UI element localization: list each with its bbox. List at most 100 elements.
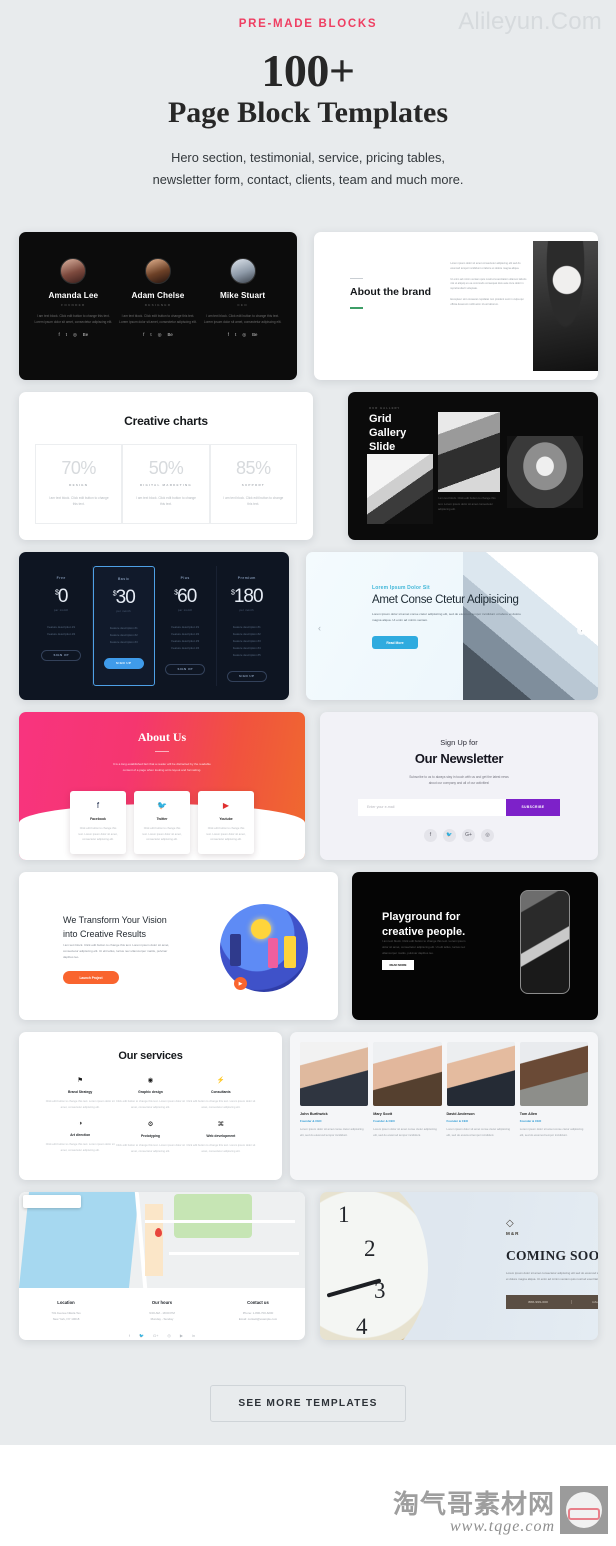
launch-project-button[interactable]: Launch Project — [63, 971, 119, 984]
map-park — [174, 1194, 252, 1238]
template-card-team-dark[interactable]: Amanda Lee FOUNDER I am text block. Clic… — [19, 232, 297, 380]
google-plus-icon[interactable]: G+ — [462, 828, 475, 842]
phone-value[interactable]: 888-999-000 — [506, 1300, 571, 1304]
youtube-icon[interactable]: ▶ — [180, 1333, 183, 1338]
pricing-plan[interactable]: Premium $180 per month Feature descripti… — [217, 566, 278, 686]
instagram-icon[interactable]: ◎ — [73, 332, 77, 338]
plan-feature: Feature description #3 — [232, 638, 261, 643]
pricing-plan-highlighted[interactable]: Basic $30 per month Feature description … — [92, 566, 155, 686]
plan-feature: Feature description #4 — [171, 645, 200, 650]
service-item[interactable]: ◑ Art direction Click edit button to chang… — [45, 1120, 115, 1154]
template-card-about-us[interactable]: About Us It is a long established fact t… — [19, 712, 305, 860]
service-item[interactable]: ◉ Graphic design Click edit button to chan… — [115, 1076, 185, 1110]
email-value[interactable]: info@mail.com — [570, 1299, 598, 1304]
member-role: Founder & CEO — [519, 1119, 542, 1123]
subscribe-button[interactable]: SUBSCRIBE — [506, 798, 560, 816]
channel-card[interactable]: f Facebook Click edit button to change t… — [70, 791, 126, 854]
twitter-icon[interactable]: t — [235, 332, 236, 338]
template-card-team-grid[interactable]: John Burthwick Founder & CEO Lorem ipsum… — [290, 1032, 598, 1180]
clock-number: 4 — [356, 1314, 368, 1339]
social-links[interactable]: f t ◎ Be — [202, 332, 284, 338]
plan-price: $0 — [35, 586, 88, 608]
service-name: Web development — [206, 1134, 236, 1139]
service-item[interactable]: ⚙ Prototyping Click edit button to change … — [115, 1120, 185, 1154]
playground-body: I am text block. Click edit button to ch… — [382, 939, 466, 956]
play-icon[interactable]: ▶ — [234, 977, 247, 990]
member-photo — [300, 1042, 369, 1106]
next-arrow-icon[interactable]: › — [577, 626, 586, 635]
twitter-icon[interactable]: 🐦 — [443, 828, 456, 842]
pricing-plan[interactable]: Plus $60 per month Feature description #… — [155, 566, 217, 686]
team-member-card[interactable]: David Anderson Founder & CEO Lorem ipsum… — [446, 1042, 515, 1138]
facebook-icon[interactable]: f — [129, 1333, 130, 1338]
team-member-card[interactable]: Mary Scott Founder & CEO Lorem ipsum dol… — [373, 1042, 442, 1138]
template-card-contact-map[interactable]: Location 731 Avenue Nikola Tes New York, … — [19, 1192, 305, 1340]
playground-heading-l1: Playground for — [382, 911, 461, 923]
facebook-icon[interactable]: f — [424, 828, 437, 842]
team-member-card[interactable]: John Burthwick Founder & CEO Lorem ipsum… — [300, 1042, 369, 1138]
stat-desc: I am text block. Click edit button to ch… — [136, 496, 196, 507]
google-plus-icon[interactable]: G+ — [153, 1333, 158, 1338]
illustration: ▶ — [212, 894, 316, 994]
instagram-icon[interactable]: ◎ — [481, 828, 494, 842]
behance-icon[interactable]: Be — [167, 332, 172, 338]
plan-signup-button[interactable]: SIGN UP — [226, 670, 267, 682]
social-links[interactable]: f t ◎ Be — [117, 332, 199, 338]
read-more-button[interactable]: Read More — [372, 636, 418, 649]
channel-card[interactable]: ▶ Youtube Click edit button to change th… — [198, 791, 254, 854]
twitter-icon[interactable]: 🐦 — [139, 1333, 144, 1338]
facebook-icon[interactable]: f — [228, 332, 229, 338]
pricing-plan[interactable]: Free $0 per month Feature description #1… — [31, 566, 93, 686]
channel-card[interactable]: 🐦 Twitter Click edit button to change th… — [134, 791, 190, 854]
template-card-grid-gallery[interactable]: OUR GALLERY Grid Gallery Slide I am text… — [348, 392, 598, 540]
stat-desc: I am text block. Click edit button to ch… — [223, 496, 284, 507]
template-card-playground[interactable]: Playground for creative people. I am tex… — [352, 872, 598, 1020]
lightbulb-icon — [251, 919, 271, 939]
service-item[interactable]: ⚡ Consultants Click edit button to change … — [186, 1076, 256, 1110]
template-card-about-brand[interactable]: About the brand Lorem ipsum dolor sit am… — [314, 232, 598, 380]
map-info-card[interactable] — [23, 1195, 81, 1208]
social-links[interactable]: f t ◎ Be — [32, 332, 114, 338]
team-member-card[interactable]: Tom Allen Founder & CEO Lorem ipsum dolo… — [519, 1042, 588, 1138]
plan-signup-button[interactable]: SIGN UP — [165, 663, 206, 675]
plan-feature: Feature description #2 — [109, 632, 138, 637]
prev-arrow-icon[interactable]: ‹ — [318, 623, 321, 633]
stat-box: 85% SUPPORT I am text block. Click edit … — [209, 444, 297, 525]
twitter-icon[interactable]: t — [66, 332, 67, 338]
template-card-newsletter[interactable]: Sign Up for Our Newsletter Subscribe to … — [320, 712, 598, 860]
read-more-button[interactable]: READ MORE — [382, 960, 414, 970]
plan-signup-button[interactable]: SIGN UP — [41, 649, 82, 661]
template-card-amet-slide[interactable]: ‹ Lorem Ipsum Dolor Sit Amet Conse Ctetu… — [306, 552, 598, 700]
map-pin-icon[interactable] — [155, 1228, 162, 1237]
plan-name: Premium — [237, 576, 256, 580]
plan-feature: Feature description #2 — [47, 631, 76, 636]
service-item[interactable]: ⌘ Web development Click edit button to cha… — [186, 1120, 256, 1154]
map-view[interactable] — [19, 1192, 305, 1288]
instagram-icon[interactable]: ◎ — [158, 332, 162, 338]
member-desc: I am text block. Click edit button to ch… — [203, 314, 282, 325]
template-card-pricing[interactable]: Free $0 per month Feature description #1… — [19, 552, 289, 700]
plan-signup-button[interactable]: SIGN UP — [103, 657, 144, 669]
twitter-icon[interactable]: t — [150, 332, 151, 338]
instagram-icon[interactable]: ◎ — [242, 332, 246, 338]
divider — [350, 278, 363, 279]
template-card-services[interactable]: Our services ⚑ Brand Strategy Click edit b… — [19, 1032, 282, 1180]
linkedin-icon[interactable]: in — [192, 1333, 195, 1338]
map-road — [169, 1252, 299, 1255]
facebook-icon[interactable]: f — [58, 332, 59, 338]
facebook-icon[interactable]: f — [143, 332, 144, 338]
template-card-creative-charts[interactable]: Creative charts 70% DESIGN I am text blo… — [19, 392, 313, 540]
plan-feature: Feature description #3 — [109, 639, 138, 644]
see-more-templates-button[interactable]: SEE MORE TEMPLATES — [210, 1385, 406, 1422]
avatar — [144, 258, 171, 284]
template-card-transform[interactable]: We Transform Your Vision into Creative R… — [19, 872, 338, 1020]
email-input[interactable]: Enter your e-mail — [358, 798, 506, 816]
gallery-heading: Grid Gallery Slide — [369, 412, 406, 454]
instagram-icon[interactable]: ◎ — [167, 1333, 171, 1338]
service-item[interactable]: ⚑ Brand Strategy Click edit button to chan… — [45, 1076, 115, 1110]
behance-icon[interactable]: Be — [252, 332, 257, 338]
clock-number: 1 — [338, 1202, 350, 1227]
behance-icon[interactable]: Be — [83, 332, 88, 338]
template-card-coming-soon[interactable]: 1 2 3 4 ◇ M&R COMING SOON Lorem ipsum do… — [320, 1192, 598, 1340]
stat-label: SUPPORT — [241, 483, 265, 487]
